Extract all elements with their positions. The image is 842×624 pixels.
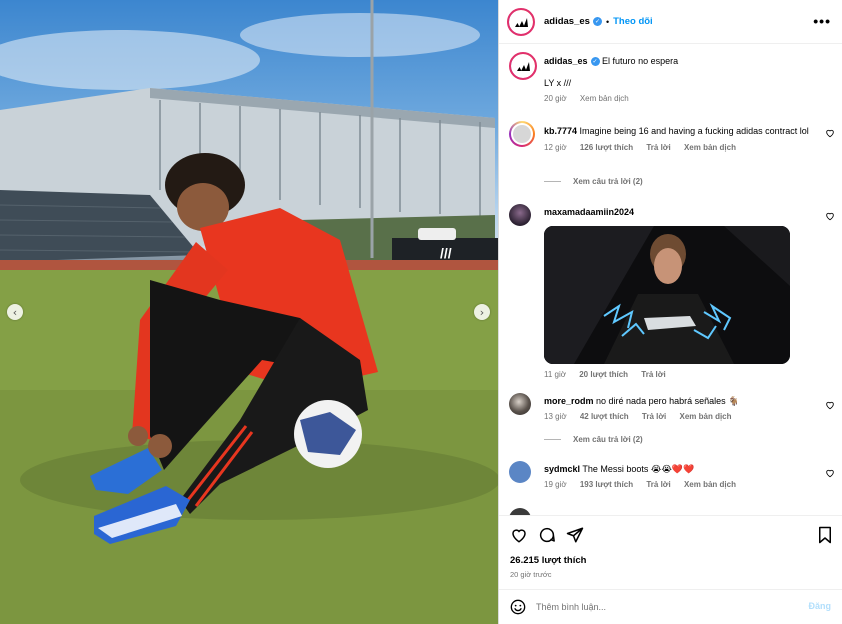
emoji-icon[interactable] xyxy=(510,599,526,615)
comment-like-count[interactable]: 193 lượt thích xyxy=(580,480,633,489)
comment-username[interactable]: maxamadaamiin2024 xyxy=(544,207,634,217)
post-photo: /‌/‌/ xyxy=(0,0,498,624)
share-paper-plane-icon[interactable] xyxy=(566,526,584,544)
comment-like-count[interactable]: 42 lượt thích xyxy=(580,412,629,421)
commenter-avatar[interactable] xyxy=(509,121,535,147)
translate-link[interactable]: Xem bản dịch xyxy=(684,480,736,489)
gif-scene xyxy=(544,226,790,364)
author-avatar[interactable] xyxy=(507,7,535,36)
bookmark-icon[interactable] xyxy=(817,526,833,544)
comment-gif-image[interactable] xyxy=(544,226,790,364)
post-actions: 26.215 lượt thích 20 giờ trước xyxy=(499,515,842,589)
comment-like-count[interactable]: 20 lượt thích xyxy=(579,370,628,379)
comment-username[interactable]: sydmckl xyxy=(544,464,580,474)
caption-text: El futuro no espera xyxy=(602,56,679,66)
verified-badge-icon: ✓ xyxy=(590,57,600,67)
caption-avatar[interactable] xyxy=(509,52,537,80)
adidas-logo-icon xyxy=(514,17,528,27)
previous-image-button[interactable]: ‹ xyxy=(7,304,23,320)
comment-time: 13 giờ xyxy=(544,411,567,421)
comment-input[interactable] xyxy=(536,602,786,612)
comment-text: no diré nada pero habrá señales 🐐 xyxy=(596,396,740,406)
comment-time: 12 giờ xyxy=(544,142,567,152)
comment-time: 19 giờ xyxy=(544,479,567,489)
post-comment-button[interactable]: Đăng xyxy=(809,601,832,611)
caption-username[interactable]: adidas_es xyxy=(544,56,588,66)
commenter-avatar[interactable] xyxy=(509,393,531,415)
more-horizontal-icon[interactable]: ••• xyxy=(813,13,831,29)
translate-link[interactable]: Xem bản dịch xyxy=(684,143,736,152)
commenter-avatar[interactable] xyxy=(509,204,531,226)
translate-link[interactable]: Xem bản dịch xyxy=(680,412,732,421)
author-username[interactable]: adidas_es xyxy=(544,16,590,27)
heart-icon[interactable] xyxy=(825,400,835,410)
view-replies-button[interactable]: Xem câu trả lời (2) xyxy=(544,177,643,186)
heart-icon[interactable] xyxy=(825,128,835,138)
likes-count[interactable]: 26.215 lượt thích xyxy=(510,555,586,566)
caption-time: 20 giờ xyxy=(544,94,567,103)
comment-composer: Đăng xyxy=(499,589,842,624)
heart-icon[interactable] xyxy=(825,211,835,221)
comment-username[interactable]: kb.7774 xyxy=(544,126,577,136)
chevron-right-icon: › xyxy=(479,305,485,319)
comment-bubble-icon[interactable] xyxy=(538,526,556,544)
verified-badge-icon: ✓ xyxy=(592,17,602,26)
caption-text-line2: LY x /// xyxy=(544,77,572,88)
commenter-avatar[interactable] xyxy=(509,508,531,515)
reply-button[interactable]: Trả lời xyxy=(641,370,665,379)
comment-text: Imagine being 16 and having a fucking ad… xyxy=(579,126,809,136)
reply-button[interactable]: Trả lời xyxy=(642,412,666,421)
reply-button[interactable]: Trả lời xyxy=(646,143,670,152)
comments-list[interactable]: adidas_es ✓ El futuro no espera LY x /// … xyxy=(499,45,842,515)
next-image-button[interactable]: › xyxy=(474,304,490,320)
comment-time: 11 giờ xyxy=(544,370,566,379)
photo-scene: /‌/‌/ xyxy=(0,0,498,624)
heart-icon[interactable] xyxy=(825,468,835,478)
separator-dot: • xyxy=(605,16,610,27)
like-heart-icon[interactable] xyxy=(510,526,528,544)
post-time: 20 giờ trước xyxy=(510,570,552,579)
comment-text: The Messi boots 😭😭❤️❤️ xyxy=(582,464,695,474)
follow-button[interactable]: Theo dõi xyxy=(613,16,653,27)
post-details-panel: adidas_es ✓ • Theo dõi ••• adidas_es ✓ E… xyxy=(498,0,842,624)
adidas-logo-icon xyxy=(516,62,530,71)
svg-text:/‌/‌/: /‌/‌/ xyxy=(440,245,452,261)
reply-button[interactable]: Trả lời xyxy=(646,480,670,489)
chevron-left-icon: ‹ xyxy=(12,305,18,319)
commenter-avatar[interactable] xyxy=(509,461,531,483)
view-replies-button[interactable]: Xem câu trả lời (2) xyxy=(544,435,643,444)
post-header: adidas_es ✓ • Theo dõi ••• xyxy=(499,0,842,44)
caption-translate-link[interactable]: Xem bản dịch xyxy=(580,94,629,103)
comment-username[interactable]: more_rodm xyxy=(544,396,594,406)
comment-like-count[interactable]: 126 lượt thích xyxy=(580,143,633,152)
